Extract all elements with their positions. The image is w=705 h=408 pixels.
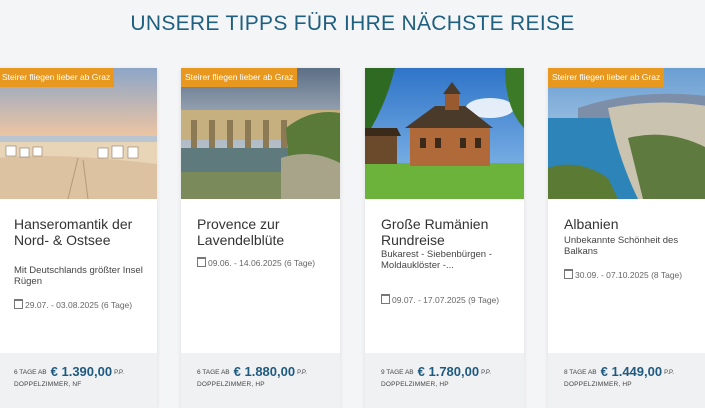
calendar-icon bbox=[14, 299, 23, 309]
room-type: DOPPELZIMMER, HP bbox=[197, 381, 265, 388]
tour-date: 09.07. - 17.07.2025 (9 Tage) bbox=[392, 295, 500, 305]
tour-title[interactable]: Albanien bbox=[564, 216, 699, 232]
tour-date: 29.07. - 03.08.2025 (6 Tage) bbox=[25, 300, 133, 310]
price: € 1.449,00 bbox=[600, 364, 663, 379]
price-prefix: 6 TAGE AB bbox=[14, 369, 47, 376]
tour-title[interactable]: Große Rumänien Rundreise bbox=[381, 216, 516, 248]
tour-subtitle: Bukarest - Siebenbürgen - Moldauklöster … bbox=[381, 249, 492, 271]
promo-badge: Steirer fliegen lieber ab Graz bbox=[548, 68, 665, 87]
room-type: DOPPELZIMMER, HP bbox=[381, 381, 449, 388]
price-suffix: P.P. bbox=[114, 370, 124, 376]
price-suffix: P.P. bbox=[664, 370, 674, 376]
tour-date-row: 09.07. - 17.07.2025 (9 Tage) bbox=[381, 294, 520, 305]
tour-date-row: 30.09. - 07.10.2025 (8 Tage) bbox=[564, 269, 703, 280]
tour-card-provence[interactable]: Steirer fliegen lieber ab Graz Provence … bbox=[181, 68, 340, 408]
price: € 1.780,00 bbox=[417, 364, 480, 379]
price-prefix: 9 TAGE AB bbox=[381, 369, 414, 376]
section-title: UNSERE TIPPS FÜR IHRE NÄCHSTE REISE bbox=[130, 12, 575, 35]
tour-image-beach[interactable] bbox=[0, 68, 157, 199]
calendar-icon bbox=[564, 269, 573, 279]
promo-badge: Steirer fliegen lieber ab Graz bbox=[181, 68, 298, 87]
tour-image-monastery[interactable] bbox=[365, 68, 524, 199]
calendar-icon bbox=[197, 257, 206, 267]
price-suffix: P.P. bbox=[297, 370, 307, 376]
price-suffix: P.P. bbox=[481, 370, 491, 376]
tour-date: 30.09. - 07.10.2025 (8 Tage) bbox=[575, 270, 683, 280]
tour-title[interactable]: Hanseromantik der Nord- & Ostsee bbox=[14, 216, 149, 248]
price: € 1.880,00 bbox=[233, 364, 296, 379]
room-type: DOPPELZIMMER, HP bbox=[564, 381, 632, 388]
tour-image-coast[interactable] bbox=[548, 68, 705, 199]
price-prefix: 6 TAGE AB bbox=[197, 369, 230, 376]
room-type: DOPPELZIMMER, NF bbox=[14, 381, 82, 388]
tour-subtitle: Mit Deutschlands größter Insel Rügen bbox=[14, 265, 143, 287]
promo-badge: Steirer fliegen lieber ab Graz bbox=[0, 68, 115, 87]
tour-subtitle: Unbekannte Schönheit des Balkans bbox=[564, 235, 679, 257]
tour-card-rumaenien[interactable]: Große Rumänien Rundreise Bukarest - Sieb… bbox=[365, 68, 524, 408]
tour-date-row: 29.07. - 03.08.2025 (6 Tage) bbox=[14, 299, 153, 310]
tour-card-albanien[interactable]: Steirer fliegen lieber ab Graz Albanien … bbox=[548, 68, 705, 408]
price: € 1.390,00 bbox=[50, 364, 113, 379]
tour-date-row: 09.06. - 14.06.2025 (6 Tage) bbox=[197, 257, 336, 268]
price-prefix: 8 TAGE AB bbox=[564, 369, 597, 376]
calendar-icon bbox=[381, 294, 390, 304]
tour-date: 09.06. - 14.06.2025 (6 Tage) bbox=[208, 258, 316, 268]
tour-card-hanseromantik[interactable]: Steirer fliegen lieber ab Graz Hanseroma… bbox=[0, 68, 157, 408]
tour-title[interactable]: Provence zur Lavendelblüte bbox=[197, 216, 332, 248]
tour-image-aqueduct[interactable] bbox=[181, 68, 340, 199]
